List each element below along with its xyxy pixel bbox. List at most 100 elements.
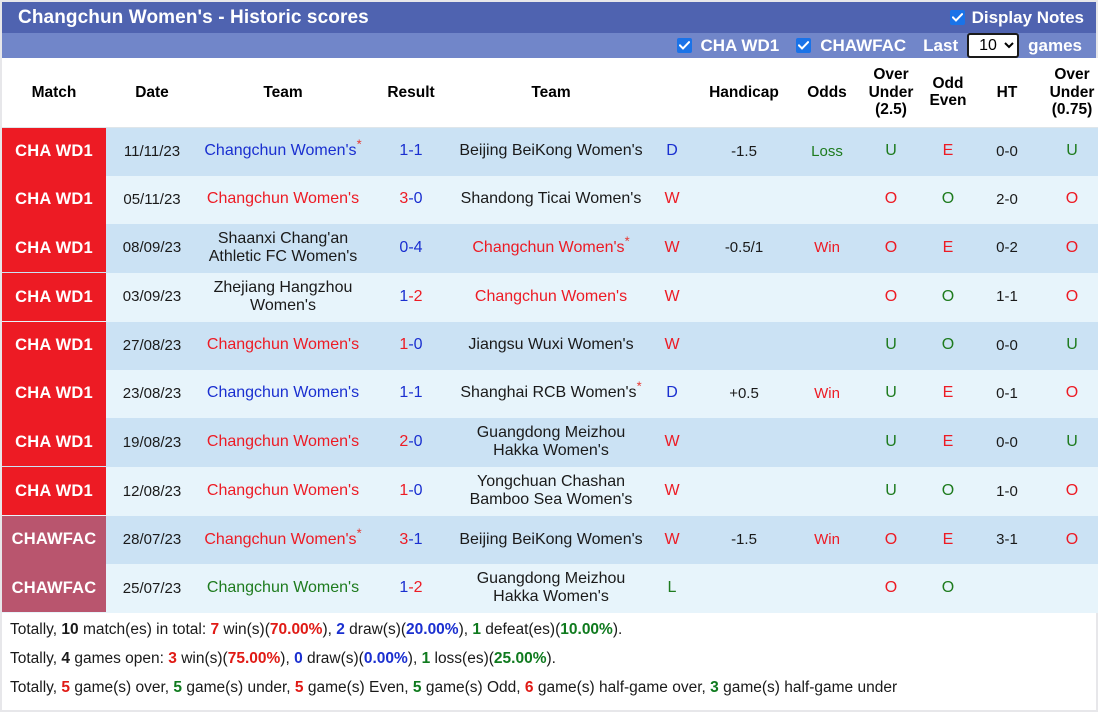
odd-even-symbol: O — [941, 579, 955, 597]
home-team-cell[interactable]: Changchun Women's — [198, 321, 368, 370]
col-team-away: Team — [454, 58, 648, 128]
over-under-25-value: O — [862, 563, 920, 613]
table-row[interactable]: CHA WD1 12/08/23 Changchun Women's 1-0 Yongc… — [2, 466, 1098, 516]
odd-even-symbol: E — [942, 530, 954, 548]
ou25-symbol: U — [885, 432, 897, 450]
home-team-cell[interactable]: Changchun Women's — [198, 369, 368, 418]
table-row[interactable]: CHAWFAC 25/07/23 Changchun Women's 1-2 Guang… — [2, 563, 1098, 613]
display-notes-group: Display Notes — [949, 7, 1084, 28]
result-score: 2-0 — [368, 417, 454, 467]
table-row[interactable]: CHA WD1 03/09/23 Zhejiang Hangzhou Women's… — [2, 272, 1098, 322]
odd-even-value: E — [920, 417, 976, 467]
col-over-under-075: Over Under (0.75) — [1038, 58, 1098, 128]
away-team-cell[interactable]: Changchun Women's* — [454, 223, 648, 273]
ou075-symbol: O — [1065, 190, 1079, 208]
team-name: Changchun Women's — [206, 579, 360, 597]
match-league-cell: CHA WD1 — [2, 466, 106, 516]
away-team-cell[interactable]: Jiangsu Wuxi Women's — [454, 321, 648, 370]
team-name: Zhejiang Hangzhou Women's — [213, 278, 353, 315]
result-outcome: W — [648, 515, 696, 564]
outcome-letter: W — [664, 190, 680, 208]
over-under-25-value: O — [862, 272, 920, 322]
games-count-select[interactable]: 10203050 — [967, 33, 1020, 59]
col-over-under-25: Over Under (2.5) — [862, 58, 920, 128]
score-away: 4 — [413, 238, 423, 256]
table-row[interactable]: CHA WD1 05/11/23 Changchun Women's 3-0 Shand… — [2, 175, 1098, 224]
team-name: Guangdong Meizhou Hakka Women's — [476, 569, 626, 606]
over-under-25-value: U — [862, 369, 920, 418]
odds-label: Loss — [811, 142, 843, 160]
open-draw-pct: 0.00% — [363, 650, 408, 667]
total-defeats: 1 — [472, 621, 481, 638]
league-badge: CHA WD1 — [2, 321, 106, 370]
home-team-cell[interactable]: Zhejiang Hangzhou Women's — [198, 272, 368, 322]
home-team-cell[interactable]: Changchun Women's — [198, 563, 368, 613]
check-icon — [678, 41, 690, 50]
outcome-letter: W — [664, 432, 680, 450]
home-team-cell[interactable]: Changchun Women's — [198, 466, 368, 516]
odds-result: Loss — [792, 127, 862, 176]
team-name: Changchun Women's — [472, 238, 625, 256]
ou25-symbol: O — [884, 190, 898, 208]
table-row[interactable]: CHA WD1 23/08/23 Changchun Women's 1-1 Shang… — [2, 369, 1098, 418]
result-outcome: D — [648, 127, 696, 176]
table-row[interactable]: CHA WD1 08/09/23 Shaanxi Chang'an Athletic… — [2, 223, 1098, 273]
result-outcome: D — [648, 369, 696, 418]
display-notes-label: Display Notes — [971, 7, 1084, 27]
total-draw-pct: 20.00% — [406, 621, 459, 638]
away-team-cell[interactable]: Shandong Ticai Women's — [454, 175, 648, 224]
filter-cha-wd1-checkbox[interactable] — [676, 38, 692, 54]
score-home: 1 — [399, 287, 409, 305]
col-match: Match — [2, 58, 106, 128]
games-half-under: 3 — [710, 679, 719, 696]
odds-result — [792, 175, 862, 224]
away-team-cell[interactable]: Changchun Women's — [454, 272, 648, 322]
odds-result — [792, 466, 862, 516]
result-score: 0-4 — [368, 223, 454, 273]
col-ou075-line1: Over — [1054, 66, 1090, 84]
team-name: Changchun Women's — [206, 432, 360, 450]
away-team-cell[interactable]: Guangdong Meizhou Hakka Women's — [454, 417, 648, 467]
league-badge: CHA WD1 — [2, 273, 106, 322]
handicap-value: -0.5/1 — [696, 223, 792, 273]
historic-scores-table: Match Date Team Result Team Handicap Odd… — [2, 58, 1098, 613]
away-team-cell[interactable]: Beijing BeiKong Women's — [454, 127, 648, 176]
filter-chawfac-checkbox[interactable] — [796, 38, 812, 54]
home-team-cell[interactable]: Changchun Women's* — [198, 515, 368, 564]
over-under-25-value: O — [862, 223, 920, 273]
table-row[interactable]: CHAWFAC 28/07/23 Changchun Women's* 3-1 Beij… — [2, 515, 1098, 564]
total-matches: 10 — [61, 621, 79, 638]
ou25-symbol: U — [885, 384, 897, 402]
col-ou25-line3: (2.5) — [875, 101, 907, 119]
handicap-value — [696, 466, 792, 516]
score-away: 0 — [413, 432, 423, 450]
summary-footer: Totally, 10 match(es) in total: 7 win(s)… — [2, 613, 1096, 710]
home-team-cell[interactable]: Changchun Women's — [198, 175, 368, 224]
result-outcome: W — [648, 223, 696, 273]
away-team-cell[interactable]: Yongchuan Chashan Bamboo Sea Women's — [454, 466, 648, 516]
away-team-cell[interactable]: Shanghai RCB Women's* — [454, 369, 648, 418]
away-team-cell[interactable]: Guangdong Meizhou Hakka Women's — [454, 563, 648, 613]
home-team-cell[interactable]: Changchun Women's — [198, 417, 368, 467]
table-row[interactable]: CHA WD1 27/08/23 Changchun Women's 1-0 Jiang… — [2, 321, 1098, 370]
match-date: 12/08/23 — [106, 466, 198, 516]
handicap-value: -1.5 — [696, 515, 792, 564]
score-home: 2 — [399, 432, 409, 450]
score-away: 1 — [413, 142, 423, 160]
over-under-075-value: O — [1038, 515, 1098, 564]
half-time-score: 1-0 — [976, 466, 1038, 516]
odd-even-value: E — [920, 223, 976, 273]
home-team-cell[interactable]: Shaanxi Chang'an Athletic FC Women's — [198, 223, 368, 273]
page-title: Changchun Women's - Historic scores — [18, 6, 369, 28]
score-away: 0 — [413, 482, 423, 500]
check-icon — [798, 41, 810, 50]
col-result: Result — [368, 58, 454, 128]
away-team-cell[interactable]: Beijing BeiKong Women's — [454, 515, 648, 564]
table-row[interactable]: CHA WD1 19/08/23 Changchun Women's 2-0 Guang… — [2, 417, 1098, 467]
odds-label: Win — [814, 531, 840, 549]
odds-result: Win — [792, 515, 862, 564]
display-notes-checkbox[interactable] — [949, 10, 965, 26]
home-team-cell[interactable]: Changchun Women's* — [198, 127, 368, 176]
open-games: 4 — [61, 650, 71, 667]
table-row[interactable]: CHA WD1 11/11/23 Changchun Women's* 1-1 Beij… — [2, 127, 1098, 176]
